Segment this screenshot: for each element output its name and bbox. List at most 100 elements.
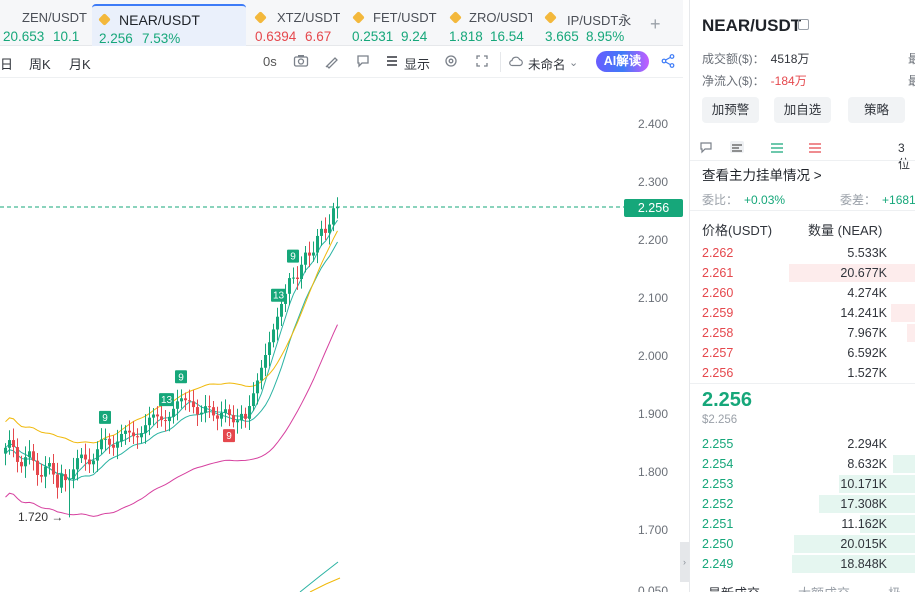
tab-change: 9.24: [401, 29, 428, 44]
main-orders-link[interactable]: 查看主力挂单情况 >: [702, 164, 822, 184]
candle-up: [260, 367, 263, 381]
bid-row[interactable]: 2.251 11.162K: [690, 514, 915, 534]
cloud-icon[interactable]: [508, 53, 524, 69]
ask-quantity: 1.527K: [847, 366, 887, 380]
ask-row[interactable]: 2.259 14.241K: [690, 303, 915, 323]
signal-label: 13: [161, 395, 173, 406]
ask-quantity: 4.274K: [847, 286, 887, 300]
ask-row[interactable]: 2.258 7.967K: [690, 323, 915, 343]
bid-row[interactable]: 2.255 2.294K: [690, 434, 915, 454]
ask-depth-bar: [906, 324, 915, 342]
candle-up: [144, 425, 147, 434]
tab-large-trades[interactable]: 大额成交: [798, 583, 850, 592]
candle-down: [216, 415, 219, 419]
camera-icon[interactable]: [293, 53, 309, 69]
bid-quantity: 10.171K: [840, 477, 887, 491]
bid-quantity: 18.848K: [840, 557, 887, 571]
candle-down: [160, 416, 163, 421]
bid-price: 2.253: [702, 477, 734, 491]
view-both-icon[interactable]: [730, 141, 744, 153]
display-icon[interactable]: [384, 53, 400, 69]
add-alert-button[interactable]: 加预警: [702, 97, 759, 123]
bid-row[interactable]: 2.252 17.308K: [690, 494, 915, 514]
comment-icon[interactable]: [700, 141, 714, 154]
candle-up: [44, 466, 47, 477]
bid-depth-bar: [893, 455, 915, 473]
bid-row[interactable]: 2.249 18.848K: [690, 554, 915, 574]
candle-down: [324, 228, 327, 233]
candle-down: [88, 459, 91, 465]
period-day[interactable]: 日: [0, 54, 13, 73]
settings-icon[interactable]: [443, 53, 459, 69]
candle-down: [196, 407, 199, 415]
ask-row[interactable]: 2.257 6.592K: [690, 343, 915, 363]
period-month[interactable]: 月K: [69, 54, 91, 73]
chart-canvas[interactable]: 9 13 9 9 13 9: [0, 78, 683, 592]
candle-up: [320, 228, 323, 236]
ask-row[interactable]: 2.260 4.274K: [690, 283, 915, 303]
tab-symbol: ZEN/USDT: [22, 10, 87, 25]
tab-xtz-usdt[interactable]: XTZ/USDT 0.6394 6.67: [248, 4, 340, 46]
ask-row[interactable]: 2.256 1.527K: [690, 363, 915, 383]
candle-up: [180, 398, 183, 402]
tab-zro-usdt[interactable]: ZRO/USDT 1.818 16.54: [443, 4, 532, 46]
tab-near-usdt[interactable]: NEAR/USDT 2.256 7.53%: [92, 4, 246, 46]
ask-price: 2.257: [702, 346, 734, 360]
candle-up: [220, 412, 223, 419]
bid-row[interactable]: 2.254 8.632K: [690, 454, 915, 474]
ask-price: 2.259: [702, 306, 734, 320]
candle-up: [224, 409, 227, 413]
tab-latest-trades[interactable]: 最新成交: [708, 583, 760, 592]
view-asks-icon[interactable]: [808, 141, 822, 153]
tab-clipped[interactable]: 极: [888, 583, 901, 592]
display-button[interactable]: 显示: [404, 54, 430, 73]
divider: [690, 160, 915, 161]
tab-zen-usdt[interactable]: ZEN/USDT 20.653 10.1: [0, 4, 88, 46]
candle-up: [316, 235, 319, 253]
signal-label: 9: [226, 431, 232, 442]
collapse-panel-handle[interactable]: ›: [680, 542, 689, 582]
add-tab-icon[interactable]: +: [650, 14, 661, 35]
coin-icon: [352, 11, 365, 24]
interval-label[interactable]: 0s: [263, 54, 277, 69]
bid-row[interactable]: 2.253 10.171K: [690, 474, 915, 494]
tab-ip-usdt[interactable]: IP/USDT永 3.665 8.95%: [538, 4, 632, 46]
candle-down: [296, 277, 299, 280]
candle-up: [332, 208, 335, 225]
bid-row[interactable]: 2.250 20.015K: [690, 534, 915, 554]
candle-up: [148, 417, 151, 426]
stat-label-clipped: 最: [908, 52, 915, 66]
ask-row[interactable]: 2.261 20.677K: [690, 263, 915, 283]
comment-icon[interactable]: [355, 53, 371, 69]
chart-toolbar: 日 周K 月K 0s 显示 未命名 ⌄ AI解读: [0, 46, 683, 78]
candlestick-chart[interactable]: 9 13 9 9 13 9 2.400 2.300 2.200 2.100 2.000 1…: [0, 78, 689, 592]
ai-interpret-button[interactable]: AI解读: [596, 51, 649, 72]
ask-row[interactable]: 2.262 5.533K: [690, 243, 915, 263]
layout-name[interactable]: 未命名: [528, 54, 566, 73]
ask-price: 2.262: [702, 246, 734, 260]
candle-down: [108, 438, 111, 445]
candle-up: [256, 380, 259, 394]
chevron-down-icon[interactable]: ⌄: [569, 56, 578, 69]
strategy-button[interactable]: 策略: [848, 97, 905, 123]
candle-up: [168, 416, 171, 422]
copy-icon[interactable]: [798, 19, 809, 30]
candle-up: [236, 420, 239, 423]
period-week[interactable]: 周K: [29, 54, 51, 73]
tab-price: 2.256: [99, 31, 133, 46]
tab-symbol: NEAR/USDT: [119, 12, 200, 28]
view-bids-icon[interactable]: [770, 141, 784, 153]
candle-up: [28, 451, 31, 458]
candle-up: [4, 447, 7, 454]
candle-up: [252, 393, 255, 407]
draw-icon[interactable]: [324, 53, 340, 69]
y-tick-1900: 1.900: [638, 407, 669, 421]
fullscreen-icon[interactable]: [474, 53, 490, 69]
candle-up: [204, 406, 207, 413]
share-icon[interactable]: [660, 53, 676, 69]
tab-fet-usdt[interactable]: FET/USDT 0.2531 9.24: [346, 4, 437, 46]
depth-selector[interactable]: 3位: [898, 141, 915, 172]
tab-price: 1.818: [449, 29, 483, 44]
mid-price: 2.256: [702, 389, 753, 411]
add-watchlist-button[interactable]: 加自选: [774, 97, 831, 123]
